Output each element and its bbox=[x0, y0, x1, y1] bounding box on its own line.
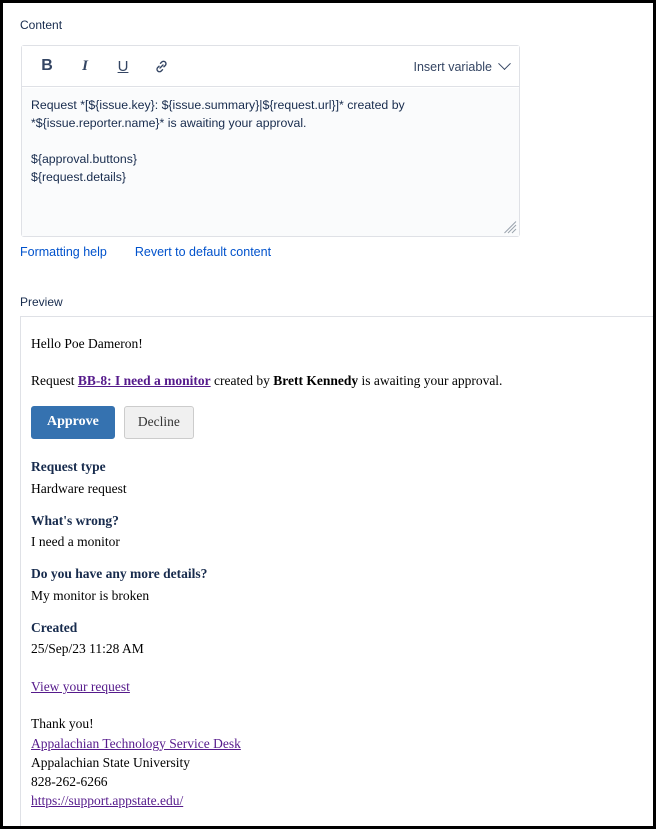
request-suffix: is awaiting your approval. bbox=[358, 373, 503, 389]
insert-variable-label: Insert variable bbox=[413, 59, 492, 74]
bold-button[interactable]: B bbox=[32, 52, 62, 80]
support-url-link[interactable]: https://support.appstate.edu/ bbox=[31, 793, 183, 808]
link-icon[interactable] bbox=[146, 52, 176, 80]
detail-request-type: Request type Hardware request bbox=[31, 458, 653, 497]
approval-buttons-group: Approve Decline bbox=[31, 406, 653, 440]
reporter-name: Brett Kennedy bbox=[273, 373, 359, 389]
service-desk-link[interactable]: Appalachian Technology Service Desk bbox=[31, 736, 241, 751]
underline-button[interactable]: U bbox=[108, 52, 138, 80]
revert-default-content-link[interactable]: Revert to default content bbox=[135, 245, 271, 259]
detail-label: Created bbox=[31, 619, 78, 635]
formatting-help-link[interactable]: Formatting help bbox=[20, 245, 107, 259]
content-textarea[interactable] bbox=[22, 88, 519, 236]
decline-button[interactable]: Decline bbox=[123, 406, 194, 439]
approve-button[interactable]: Approve bbox=[31, 406, 115, 440]
preview-request-line: Request BB-8: I need a monitor created b… bbox=[31, 372, 653, 390]
detail-more-details: Do you have any more details? My monitor… bbox=[31, 565, 653, 604]
detail-value: Hardware request bbox=[31, 480, 127, 496]
italic-button[interactable]: I bbox=[70, 52, 100, 80]
detail-value: 25/Sep/23 11:28 AM bbox=[31, 640, 144, 656]
detail-label: Request type bbox=[31, 459, 106, 475]
request-middle: created by bbox=[210, 373, 274, 389]
preview-email-body: Hello Poe Dameron! Request BB-8: I need … bbox=[21, 317, 653, 820]
chevron-down-icon bbox=[498, 57, 511, 71]
request-prefix: Request bbox=[31, 373, 78, 389]
detail-label: Do you have any more details? bbox=[31, 566, 208, 582]
detail-whats-wrong: What's wrong? I need a monitor bbox=[31, 512, 653, 551]
rich-text-editor: B I U Insert variable bbox=[21, 45, 520, 237]
signature-thanks: Thank you! bbox=[31, 716, 94, 732]
view-request-row: View your request bbox=[31, 678, 653, 696]
issue-link[interactable]: BB-8: I need a monitor bbox=[78, 373, 211, 388]
preview-greeting: Hello Poe Dameron! bbox=[31, 336, 143, 351]
detail-value: I need a monitor bbox=[31, 534, 120, 550]
insert-variable-dropdown[interactable]: Insert variable bbox=[413, 46, 511, 87]
email-signature: Thank you! Appalachian Technology Servic… bbox=[31, 714, 653, 810]
view-your-request-link[interactable]: View your request bbox=[31, 679, 130, 694]
detail-label: What's wrong? bbox=[31, 512, 119, 528]
screenshot-frame: Content B I U Insert variable Request *[… bbox=[0, 0, 656, 829]
detail-value: My monitor is broken bbox=[31, 587, 150, 603]
signature-phone: 828-262-6266 bbox=[31, 773, 108, 789]
signature-organization: Appalachian State University bbox=[31, 754, 190, 770]
editor-toolbar: B I U Insert variable bbox=[22, 46, 519, 87]
preview-field-label: Preview bbox=[20, 295, 63, 309]
editor-action-links: Formatting help Revert to default conten… bbox=[20, 245, 271, 259]
page-content: Content B I U Insert variable Request *[… bbox=[3, 3, 653, 826]
detail-created: Created 25/Sep/23 11:28 AM bbox=[31, 619, 653, 658]
content-field-label: Content bbox=[20, 18, 63, 32]
preview-panel: Hello Poe Dameron! Request BB-8: I need … bbox=[20, 316, 653, 826]
